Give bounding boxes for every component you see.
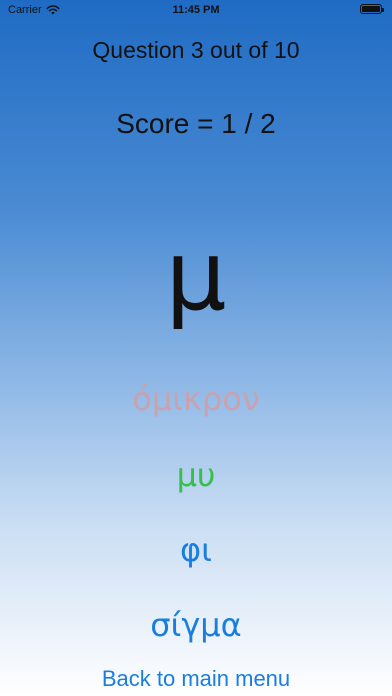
- answer-button-1[interactable]: όμικρον: [0, 380, 392, 418]
- answer-button-4[interactable]: σίγμα: [0, 606, 392, 644]
- status-bar: Carrier 11:45 PM: [0, 0, 392, 20]
- back-to-main-menu-button[interactable]: Back to main menu: [0, 666, 392, 692]
- battery-icon: [360, 4, 384, 14]
- answer-button-3[interactable]: φι: [0, 531, 392, 569]
- answer-button-2[interactable]: μυ: [0, 456, 392, 494]
- score-label: Score = 1 / 2: [116, 108, 276, 139]
- greek-letter: μ: [165, 220, 227, 332]
- quiz-screen: Carrier 11:45 PM Question 3 out of 10 Sc…: [0, 0, 392, 696]
- status-time: 11:45 PM: [172, 4, 220, 16]
- question-counter: Question 3 out of 10: [92, 37, 300, 63]
